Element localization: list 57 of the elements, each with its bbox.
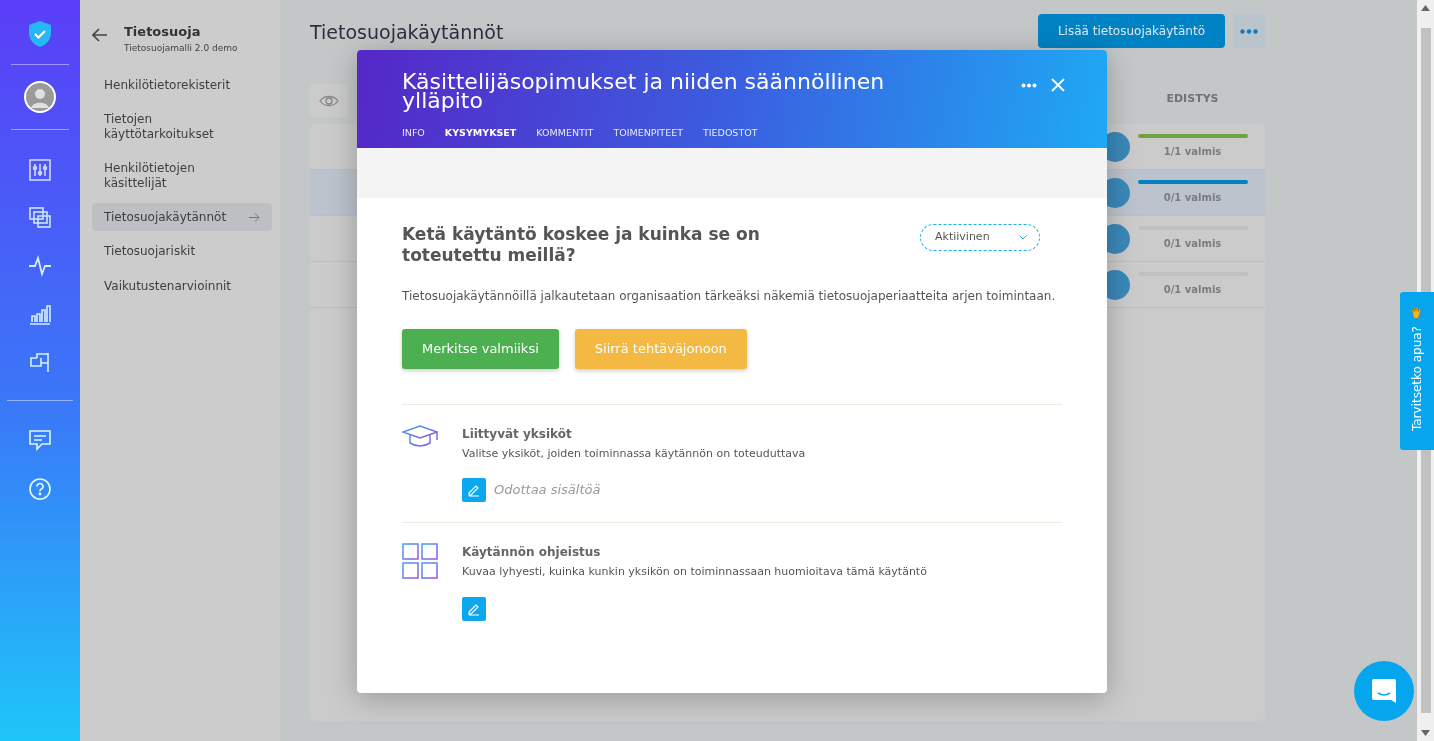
modal-tab[interactable]: KOMMENTIT [536,126,594,141]
more-icon [1240,28,1258,34]
more-button[interactable] [1233,14,1265,48]
chat-launcher-button[interactable] [1354,661,1414,721]
close-icon[interactable] [1051,78,1065,92]
section-subtitle: Tietosuojamalli 2.0 demo [124,41,238,55]
modal-title: Käsittelijäsopimukset ja niiden säännöllinen ylläpito [402,72,886,110]
nav-item[interactable]: Tietosuojariskit [92,237,272,266]
more-icon[interactable] [1021,82,1037,88]
chat-icon[interactable] [29,430,51,452]
edit-button[interactable] [462,596,486,621]
view-toggle[interactable] [310,84,348,117]
shield-logo-icon[interactable] [28,20,52,48]
waving-hand-icon [1410,306,1424,320]
edit-button[interactable] [462,478,486,502]
sliders-icon[interactable] [29,159,51,181]
eye-icon [319,94,339,107]
page-title: Tietosuojakäytännöt [310,20,504,45]
copies-icon[interactable] [29,207,51,229]
question-heading: Ketä käytäntö koskee ja kuinka se on toteutettu meillä? [402,224,761,267]
grid-icon [402,543,438,579]
bar-chart-icon[interactable] [29,303,51,325]
progress-text: 0/1 valmis [1163,237,1222,251]
nav-item[interactable]: Henkilötietorekisterit [92,71,272,100]
question-description: Tietosuojakäytännöillä jalkautetaan organisaation tärkeäksi näkemiä tietosuojaperiaatteita arjen toimintaan. [402,287,1057,305]
nav-item[interactable]: Tietojen käyttötarkoitukset [92,105,272,149]
scroll-down-icon[interactable] [1421,730,1430,736]
section-heading: Liittyvät yksiköt [462,425,573,443]
flag-icon[interactable] [29,351,51,373]
modal-tab[interactable]: TOIMENPITEET [613,126,683,141]
progress-text: 0/1 valmis [1163,191,1222,205]
section-title: Tietosuoja [124,23,202,41]
empty-status-text: Odottaa sisältöä [494,481,601,500]
help-label: Tarvitsetko apua? [1409,326,1425,432]
scroll-up-icon[interactable] [1421,5,1430,11]
nav-item[interactable]: Tietosuojakäytännöt [92,202,272,232]
status-dropdown[interactable]: Aktiivinen [920,224,1040,251]
modal-tab[interactable]: INFO [402,126,425,141]
chat-bubble-icon [1371,678,1397,704]
section-description: Kuvaa lyhyesti, kuinka kunkin yksikön on toiminnassaan huomioitava tämä käytäntö [462,564,927,580]
modal-tab[interactable]: TIEDOSTOT [702,126,758,141]
pencil-icon [467,483,481,497]
help-icon[interactable] [29,478,51,500]
back-arrow-icon[interactable] [92,28,108,42]
graduation-cap-icon [402,425,438,449]
section-heading: Käytännön ohjeistus [462,544,602,561]
section-description: Valitse yksiköt, joiden toiminnassa käytännön on toteuduttava [462,445,806,462]
avatar-icon[interactable] [24,81,56,113]
column-header: EDISTYS [1165,90,1220,107]
nav-item[interactable]: Vaikutustenarvioinnit [92,271,272,301]
pulse-icon[interactable] [28,255,52,277]
modal-tab[interactable]: KYSYMYKSET [444,126,517,141]
nav-item[interactable]: Henkilötietojen käsittelijät [92,154,272,197]
arrow-icon [249,212,260,222]
progress-text: 1/1 valmis [1163,145,1222,159]
chevron-icon [1019,235,1027,240]
progress-text: 0/1 valmis [1163,283,1222,297]
